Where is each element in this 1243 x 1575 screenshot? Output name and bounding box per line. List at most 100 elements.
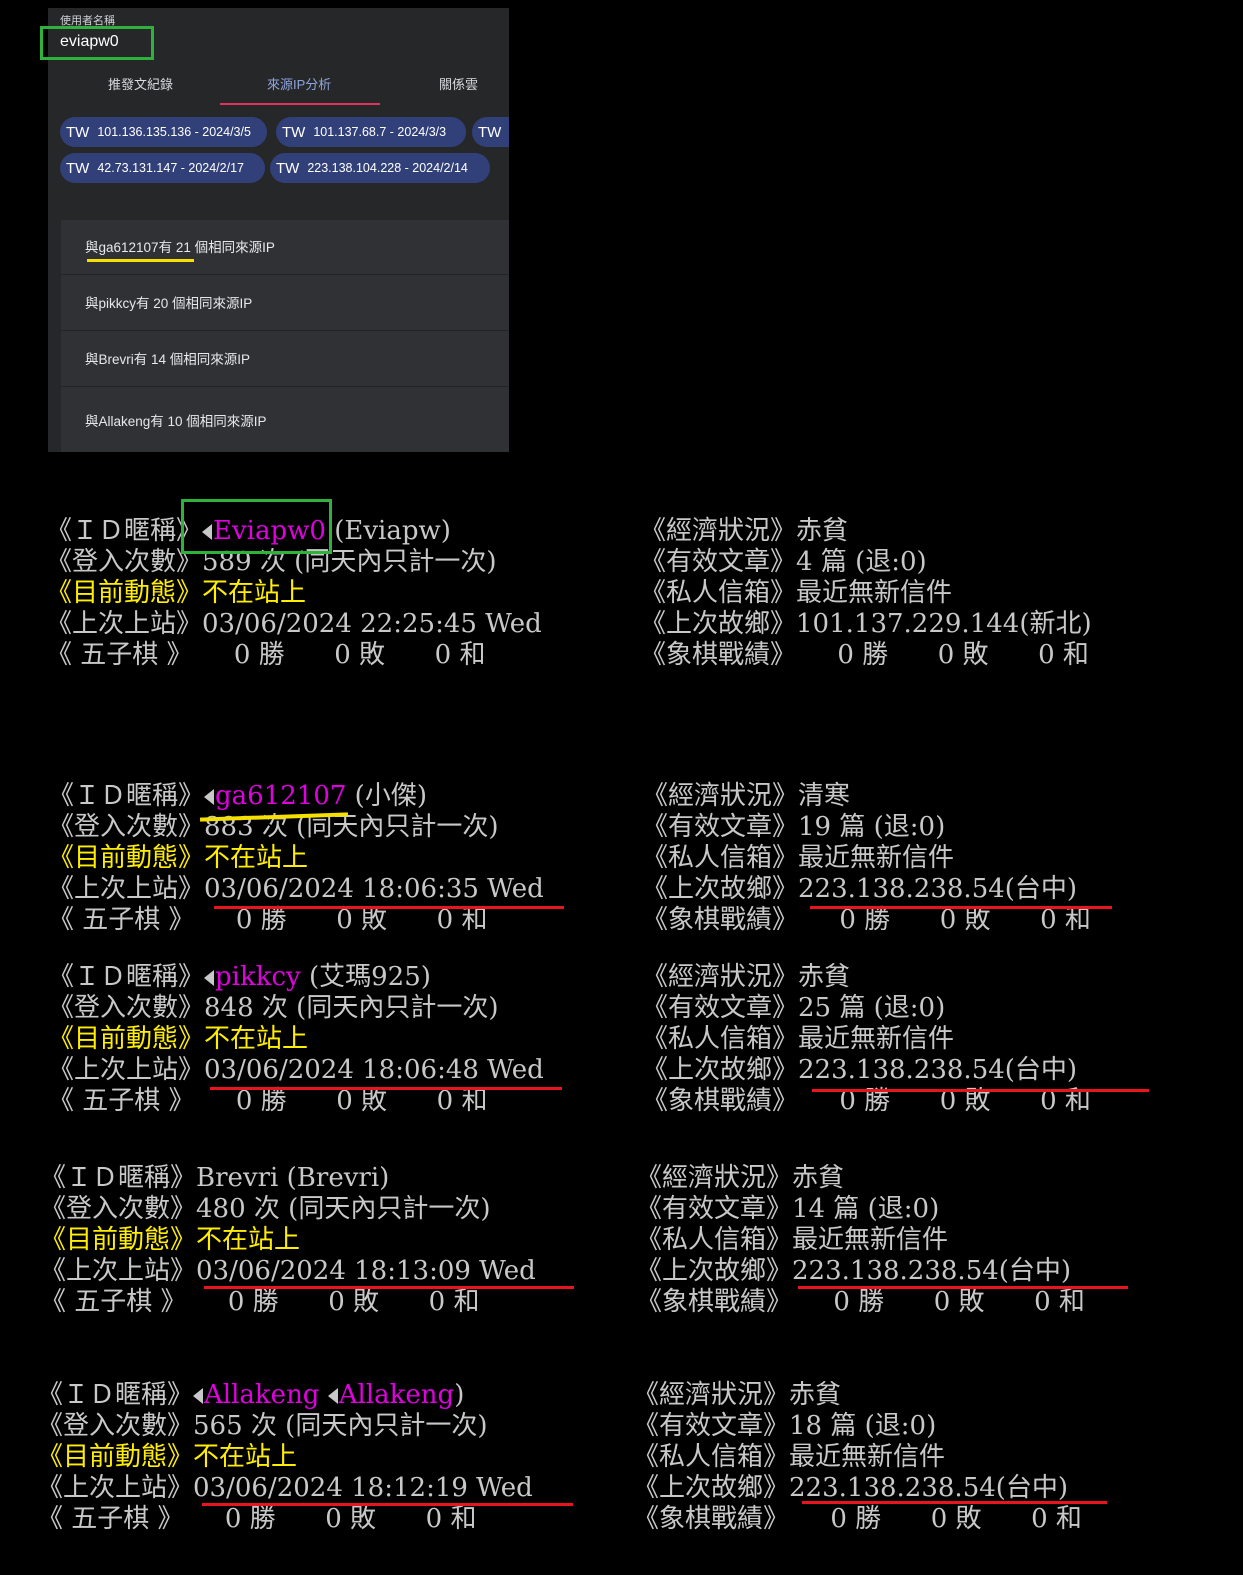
country-code: TW	[282, 123, 306, 141]
profile-mailbox: 最近無新信件	[796, 578, 953, 608]
ip-chip[interactable]: TW 101.137.68.7 - 2024/3/3	[276, 117, 466, 147]
profile-right-column: 《經濟狀況》赤貧 《有效文章》25 篇 (退:0) 《私人信箱》最近無新信件 《…	[642, 962, 1091, 1117]
profile-gomoku: 0 勝 0 敗 0 和	[194, 905, 488, 935]
ip-chip[interactable]: TW 223.138.104.228 - 2024/2/14	[270, 153, 490, 183]
label-chess: 《象棋戰績》	[642, 1086, 799, 1116]
profile-right-column: 《經濟狀況》赤貧 《有效文章》14 篇 (退:0) 《私人信箱》最近無新信件 《…	[636, 1163, 1085, 1318]
profile-right-column: 《經濟狀況》赤貧 《有效文章》4 篇 (退:0) 《私人信箱》最近無新信件 《上…	[640, 516, 1092, 671]
label-logins: 《登入次數》	[37, 1411, 194, 1441]
profile-logins: 565 次 (同天內只計一次)	[193, 1411, 488, 1441]
peer-text: 與Allakeng有 10 個相同來源IP	[85, 414, 267, 429]
last-host-underline	[798, 1286, 1128, 1289]
profile-nick: (Eviapw)	[325, 516, 451, 546]
profile-status: 不在站上	[193, 1442, 298, 1472]
shared-ip-peer-list: 與ga612107有 21 個相同來源IP 與pikkcy有 20 個相同來源I…	[61, 220, 509, 452]
profile-left-column: 《ＩＤ暱稱》 ga612107 (小傑) 《登入次數》883 次 (同天內只計一次…	[48, 781, 544, 936]
profile-nick: (Brevri)	[278, 1163, 390, 1193]
profile-id: pikkcy	[215, 962, 301, 992]
peer-text: 與ga612107有 21 個相同來源IP	[85, 240, 275, 255]
profile-nick: (艾瑪925)	[300, 962, 431, 992]
ip-analysis-panel: 使用者名稱 eviapw0 推發文紀錄 來源IP分析 關係雲 TW 101.13…	[40, 8, 509, 452]
profile-status: 不在站上	[196, 1225, 301, 1255]
label-mailbox: 《私人信箱》	[642, 1024, 799, 1054]
label-posts: 《有效文章》	[640, 547, 797, 577]
ip-chip[interactable]: TW 42.73.131.147 - 2024/2/17	[60, 153, 265, 183]
last-login-underline	[204, 1286, 574, 1289]
label-id: 《ＩＤ暱稱》	[48, 781, 205, 811]
profile-logins: 480 次 (同天內只計一次)	[196, 1194, 491, 1224]
cursor-triangle-icon	[193, 1388, 204, 1404]
profile-last-host: 223.138.238.54(台中)	[789, 1473, 1069, 1503]
profile-id: ga612107	[215, 781, 347, 811]
label-gomoku: 《 五子棋 》	[37, 1504, 184, 1534]
country-code: TW	[66, 123, 90, 141]
profile-economy: 赤貧	[796, 516, 849, 546]
profile-economy: 赤貧	[798, 962, 851, 992]
ip-chip[interactable]: TW	[472, 117, 509, 147]
profile-chess: 0 勝 0 敗 0 和	[796, 640, 1089, 670]
tab-post-records[interactable]: 推發文紀錄	[108, 74, 173, 93]
label-mailbox: 《私人信箱》	[640, 578, 797, 608]
tab-source-ip-analysis[interactable]: 來源IP分析	[267, 74, 331, 93]
label-economy: 《經濟狀況》	[636, 1163, 793, 1193]
ip-chip[interactable]: TW 101.136.135.136 - 2024/3/5	[60, 117, 267, 147]
profile-left-column: 《ＩＤ暱稱》 pikkcy (艾瑪925) 《登入次數》848 次 (同天內只計一…	[48, 962, 544, 1117]
username-highlight-box	[40, 26, 154, 60]
profile-last-host: 223.138.238.54(台中)	[792, 1256, 1072, 1286]
label-chess: 《象棋戰績》	[640, 640, 797, 670]
list-item[interactable]: 與pikkcy有 20 個相同來源IP	[61, 276, 509, 331]
profile-gomoku: 0 勝 0 敗 0 和	[186, 1287, 480, 1317]
last-host-underline	[810, 906, 1112, 909]
label-status: 《目前動態》	[37, 1442, 194, 1472]
label-last-login: 《上次上站》	[46, 609, 203, 639]
label-logins: 《登入次數》	[48, 812, 205, 842]
label-id: 《ＩＤ暱稱》	[40, 1163, 197, 1193]
profile-id: Brevri	[196, 1163, 279, 1193]
label-last-host: 《上次故鄉》	[642, 1055, 799, 1085]
label-mailbox: 《私人信箱》	[642, 843, 799, 873]
profile-last-login: 03/06/2024 18:12:19 Wed	[193, 1473, 533, 1503]
id-highlight-box	[181, 499, 332, 554]
profile-right-column: 《經濟狀況》清寒 《有效文章》19 篇 (退:0) 《私人信箱》最近無新信件 《…	[642, 781, 1091, 936]
profile-chess: 0 勝 0 敗 0 和	[798, 905, 1091, 935]
label-mailbox: 《私人信箱》	[633, 1442, 790, 1472]
profile-posts: 25 篇 (退:0)	[798, 993, 946, 1023]
profile-mailbox: 最近無新信件	[798, 843, 955, 873]
list-item[interactable]: 與Allakeng有 10 個相同來源IP	[61, 388, 509, 452]
tab-relation-cloud[interactable]: 關係雲	[439, 74, 478, 93]
label-last-host: 《上次故鄉》	[640, 609, 797, 639]
country-code: TW	[276, 159, 300, 177]
label-status: 《目前動態》	[40, 1225, 197, 1255]
label-posts: 《有效文章》	[642, 993, 799, 1023]
label-status: 《目前動態》	[46, 578, 203, 608]
list-item[interactable]: 與Brevri有 14 個相同來源IP	[61, 332, 509, 387]
profile-last-login: 03/06/2024 22:25:45 Wed	[202, 609, 542, 639]
label-logins: 《登入次數》	[40, 1194, 197, 1224]
peer-text: 與pikkcy有 20 個相同來源IP	[85, 296, 253, 311]
label-last-login: 《上次上站》	[37, 1473, 194, 1503]
list-item[interactable]: 與ga612107有 21 個相同來源IP	[61, 220, 509, 275]
ip-chip-text: 101.136.135.136 - 2024/3/5	[97, 125, 251, 139]
profile-economy: 赤貧	[792, 1163, 845, 1193]
profile-id: Allakeng	[204, 1380, 320, 1410]
label-last-host: 《上次故鄉》	[633, 1473, 790, 1503]
label-gomoku: 《 五子棋 》	[48, 1086, 195, 1116]
label-status: 《目前動態》	[48, 843, 205, 873]
label-id: 《ＩＤ暱稱》	[48, 962, 205, 992]
profile-status: 不在站上	[204, 843, 309, 873]
label-last-host: 《上次故鄉》	[642, 874, 799, 904]
profile-left-column: 《ＩＤ暱稱》Brevri (Brevri) 《登入次數》480 次 (同天內只計…	[40, 1163, 536, 1318]
ip-chip-text: 223.138.104.228 - 2024/2/14	[307, 161, 468, 175]
profile-status: 不在站上	[204, 1024, 309, 1054]
profile-last-host: 101.137.229.144(新北)	[796, 609, 1092, 639]
label-last-login: 《上次上站》	[48, 874, 205, 904]
cursor-triangle-icon	[327, 1388, 338, 1404]
label-logins: 《登入次數》	[48, 993, 205, 1023]
profile-posts: 14 篇 (退:0)	[792, 1194, 940, 1224]
profile-status: 不在站上	[202, 578, 307, 608]
ip-chip-text: 101.137.68.7 - 2024/3/3	[313, 125, 447, 139]
profile-mailbox: 最近無新信件	[792, 1225, 949, 1255]
profile-mailbox: 最近無新信件	[798, 1024, 955, 1054]
label-gomoku: 《 五子棋 》	[40, 1287, 187, 1317]
label-chess: 《象棋戰績》	[636, 1287, 793, 1317]
